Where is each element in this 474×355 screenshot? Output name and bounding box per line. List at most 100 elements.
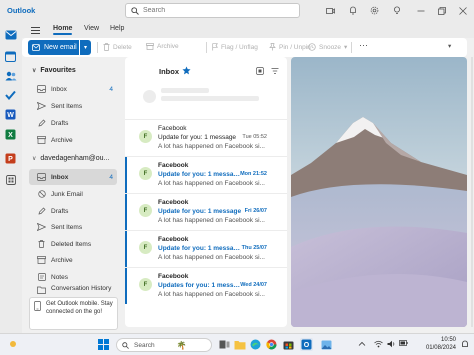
folder-deleted-items[interactable]: Deleted Items <box>29 236 117 252</box>
store-icon[interactable] <box>282 338 295 351</box>
favourite-star-icon[interactable] <box>182 66 191 77</box>
taskbar-search-label: Search <box>134 341 155 349</box>
folder-favourite-archive[interactable]: Archive <box>29 132 117 148</box>
chevron-down-icon[interactable]: ▾ <box>448 42 451 50</box>
system-clock[interactable]: 10:50 01/08/2024 <box>426 337 456 352</box>
notification-bell-icon[interactable] <box>461 340 469 348</box>
message-row[interactable]: F Facebook Update for you: 1 messages Th… <box>125 230 287 267</box>
word-icon[interactable]: W <box>4 108 17 121</box>
windows-start-icon[interactable] <box>98 339 109 350</box>
folder-title: Inbox <box>159 67 179 76</box>
tab-home[interactable]: Home <box>53 25 73 35</box>
new-email-dropdown[interactable]: ▾ <box>80 40 91 55</box>
folder-archive[interactable]: Archive <box>29 252 117 268</box>
excel-icon[interactable]: X <box>4 128 17 141</box>
pin-button[interactable]: Pin / Unpin <box>269 43 311 51</box>
bell-icon[interactable] <box>347 5 358 16</box>
filter-icon[interactable] <box>271 67 279 75</box>
taskbar-search[interactable]: Search 🌴 <box>116 338 212 352</box>
message-row[interactable]: F Facebook Update for you: 1 message Tue… <box>125 119 287 156</box>
message-preview: A lot has happened on Facebook si... <box>158 143 265 150</box>
close-icon[interactable] <box>457 5 468 16</box>
search-box[interactable] <box>125 3 300 18</box>
message-sender: Facebook <box>158 125 187 132</box>
note-icon <box>37 273 46 282</box>
lightbulb-icon[interactable] <box>391 5 402 16</box>
people-icon[interactable] <box>4 69 17 82</box>
photos-icon[interactable] <box>320 338 333 351</box>
divider <box>206 42 207 53</box>
weather-icon[interactable] <box>8 339 18 349</box>
archive-button[interactable]: Archive <box>146 43 179 50</box>
folder-notes[interactable]: Notes <box>29 269 117 285</box>
folder-favourite-sent-items[interactable]: Sent Items <box>29 98 117 114</box>
folder-conversation-history[interactable]: Conversation History <box>29 285 117 295</box>
chevron-up-icon[interactable] <box>358 340 366 348</box>
new-email-button[interactable]: New email <box>28 40 79 55</box>
message-subject: Updates for you: 1 message <box>158 282 242 289</box>
delete-button[interactable]: Delete <box>103 43 132 51</box>
message-date: Mon 21:52 <box>240 171 267 177</box>
reading-pane-background <box>291 57 467 327</box>
favourites-label: Favourites <box>40 67 76 74</box>
placeholder-avatar <box>143 90 156 103</box>
archive-icon <box>37 256 46 265</box>
gear-icon[interactable] <box>369 5 380 16</box>
account-header[interactable]: ∨ davedagenham@ou... <box>32 155 109 162</box>
message-row[interactable]: F Facebook Updates for you: 1 message We… <box>125 267 287 304</box>
folder-label: Sent Items <box>51 223 83 231</box>
folder-sent-items[interactable]: Sent Items <box>29 219 117 235</box>
folder-pane: ∨ Favourites Inbox 4 Sent Items Drafts A… <box>22 57 122 333</box>
tab-help[interactable]: Help <box>110 25 124 32</box>
scrollbar[interactable] <box>471 57 473 327</box>
folder-inbox[interactable]: Inbox 4 <box>29 169 117 185</box>
minimize-icon[interactable] <box>415 5 426 16</box>
tab-view[interactable]: View <box>84 25 99 32</box>
new-email-label: New email <box>44 44 77 51</box>
meet-now-icon[interactable] <box>325 5 336 16</box>
unread-count: 4 <box>109 173 113 181</box>
message-row[interactable]: F Facebook Update for you: 1 message Fri… <box>125 193 287 230</box>
apps-icon[interactable] <box>4 173 17 186</box>
mail-icon[interactable] <box>4 28 17 41</box>
pencil-icon <box>37 207 46 216</box>
chrome-icon[interactable] <box>265 338 278 351</box>
message-row[interactable]: F Facebook Update for you: 1 messages Mo… <box>125 156 287 193</box>
file-explorer-icon[interactable] <box>233 338 246 351</box>
svg-text:X: X <box>8 132 13 139</box>
edge-icon[interactable] <box>249 338 262 351</box>
flag-button[interactable]: Flag / Unflag <box>212 43 258 51</box>
powerpoint-icon[interactable]: P <box>4 152 17 165</box>
pencil-icon <box>37 119 46 128</box>
menu-icon[interactable] <box>31 25 41 35</box>
account-label: davedagenham@ou... <box>40 155 110 162</box>
unread-count: 4 <box>109 85 113 93</box>
chevron-down-icon: ∨ <box>32 156 37 162</box>
outlook-taskbar-icon[interactable]: O <box>300 338 313 351</box>
task-view-icon[interactable] <box>218 338 231 351</box>
search-input[interactable] <box>143 7 283 14</box>
search-icon <box>131 6 139 15</box>
outlook-mobile-promo[interactable]: Get Outlook mobile. Stay connected on th… <box>29 297 118 330</box>
message-sender: Facebook <box>158 162 189 169</box>
folder-drafts[interactable]: Drafts <box>29 203 117 219</box>
message-subject: Update for you: 1 message <box>158 134 237 141</box>
todo-icon[interactable] <box>4 88 17 101</box>
select-icon[interactable] <box>256 67 264 75</box>
restore-icon[interactable] <box>436 5 447 16</box>
folder-favourite-drafts[interactable]: Drafts <box>29 115 117 131</box>
message-subject: Update for you: 1 messages <box>158 171 242 178</box>
folder-favourite-inbox[interactable]: Inbox 4 <box>29 81 117 97</box>
favourites-header[interactable]: ∨ Favourites <box>32 67 76 74</box>
search-highlight-icon: 🌴 <box>176 340 187 350</box>
wifi-icon[interactable] <box>374 340 383 348</box>
folder-label: Deleted Items <box>51 240 92 248</box>
volume-icon[interactable] <box>387 340 395 348</box>
more-options-icon[interactable]: ⋯ <box>359 40 368 51</box>
battery-icon[interactable] <box>399 340 408 348</box>
calendar-icon[interactable] <box>4 50 17 63</box>
snooze-button[interactable]: Snooze ▾ <box>308 43 347 51</box>
clock-time: 10:50 <box>440 337 456 343</box>
folder-junk-email[interactable]: Junk Email <box>29 186 117 202</box>
ribbon-tabs: Home View Help <box>22 22 474 38</box>
